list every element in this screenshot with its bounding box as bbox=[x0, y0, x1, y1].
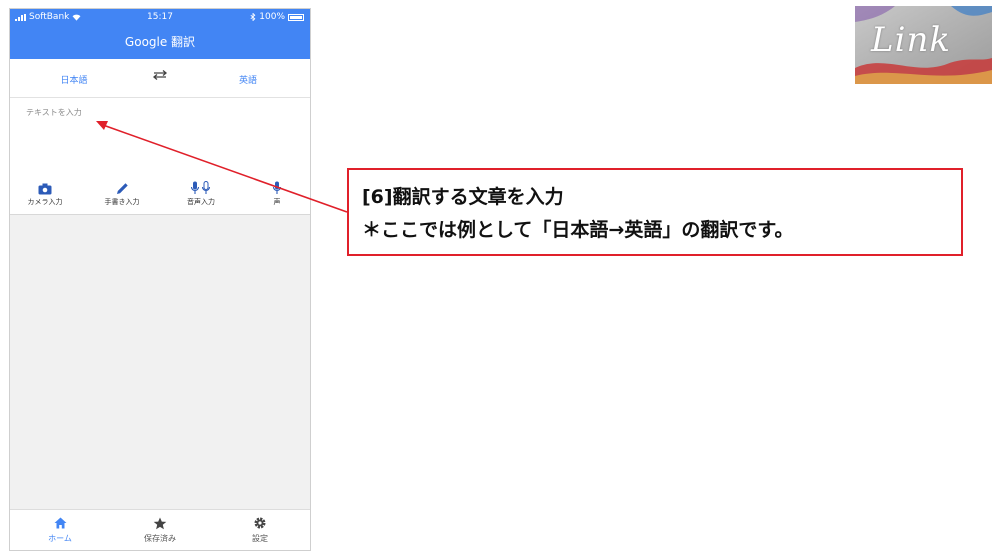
nav-settings-label: 設定 bbox=[252, 534, 268, 543]
annotation-callout: [6]翻訳する文章を入力 ＊ここでは例として「日本語→英語」の翻訳です。 bbox=[347, 168, 963, 256]
swap-languages-button[interactable] bbox=[150, 69, 170, 84]
pen-icon bbox=[116, 183, 128, 194]
handwriting-input-label: 手書き入力 bbox=[104, 198, 140, 206]
nav-saved-label: 保存済み bbox=[144, 534, 176, 543]
camera-input-button[interactable]: カメラ入力 bbox=[10, 180, 80, 207]
source-language-button[interactable]: 日本語 bbox=[46, 73, 102, 86]
battery-icon bbox=[288, 13, 304, 21]
app-header: SoftBank 15:17 100% Google 翻訳 bbox=[10, 9, 310, 59]
star-icon bbox=[153, 517, 167, 529]
nav-saved[interactable]: 保存済み bbox=[120, 516, 200, 544]
nav-settings[interactable]: 設定 bbox=[220, 516, 300, 544]
home-icon bbox=[54, 517, 66, 529]
bottom-navigation: ホーム 保存済み 設定 bbox=[10, 509, 310, 550]
status-bar: SoftBank 15:17 100% bbox=[10, 9, 310, 27]
voice-input-button[interactable]: 音声入力 bbox=[166, 180, 236, 207]
text-input-area[interactable]: テキストを入力 カメラ入力 手書き入力 音声入力 声 bbox=[10, 98, 310, 215]
input-tools: カメラ入力 手書き入力 音声入力 声 bbox=[10, 180, 310, 210]
conversation-button[interactable]: 声 bbox=[242, 180, 310, 207]
link-logo: Link bbox=[855, 6, 992, 84]
callout-line-2: ＊ここでは例として「日本語→英語」の翻訳です。 bbox=[362, 219, 794, 241]
microphone-icon bbox=[190, 181, 211, 194]
language-bar: 日本語 英語 bbox=[10, 59, 310, 98]
nav-home[interactable]: ホーム bbox=[20, 516, 100, 544]
swap-arrows-icon bbox=[152, 70, 168, 80]
logo-text: Link bbox=[871, 20, 951, 60]
target-language-button[interactable]: 英語 bbox=[220, 73, 276, 86]
conversation-label: 声 bbox=[273, 198, 281, 206]
camera-input-label: カメラ入力 bbox=[27, 198, 63, 206]
gear-icon bbox=[254, 517, 266, 529]
battery-percent: 100% bbox=[259, 12, 285, 22]
bluetooth-icon bbox=[250, 13, 256, 21]
app-title: Google 翻訳 bbox=[124, 35, 196, 49]
camera-icon bbox=[38, 183, 52, 195]
nav-home-label: ホーム bbox=[48, 534, 72, 543]
handwriting-input-button[interactable]: 手書き入力 bbox=[87, 180, 157, 207]
callout-line-1: [6]翻訳する文章を入力 bbox=[362, 186, 564, 208]
microphone-icon bbox=[272, 181, 282, 194]
voice-input-label: 音声入力 bbox=[187, 198, 215, 206]
phone-screenshot: SoftBank 15:17 100% Google 翻訳 日本語 英語 テキス… bbox=[9, 8, 311, 551]
input-placeholder: テキストを入力 bbox=[26, 108, 82, 117]
